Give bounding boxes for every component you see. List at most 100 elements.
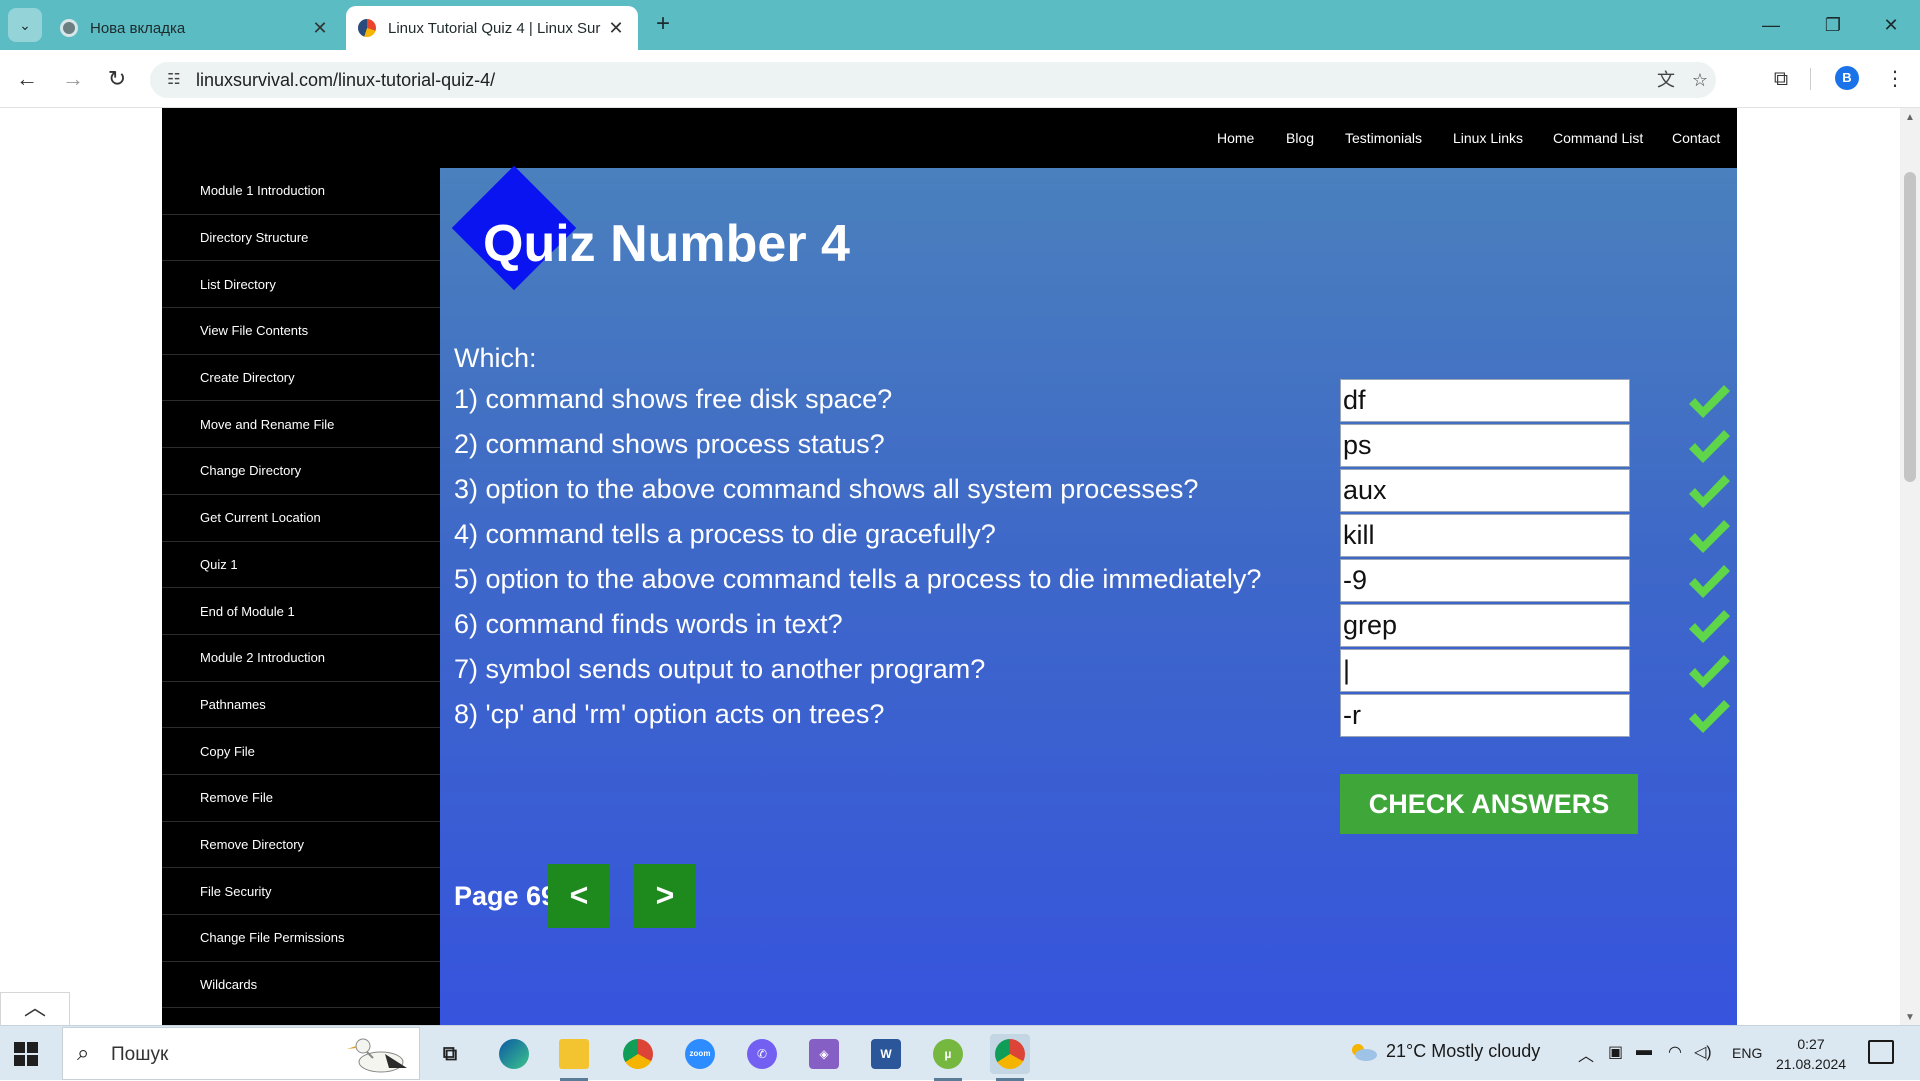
sidebar-item-end-of-module-1[interactable]: End of Module 1 — [162, 588, 440, 635]
sidebar-item-quiz-1[interactable]: Quiz 1 — [162, 542, 440, 589]
sidebar-item-view-file-contents[interactable]: View File Contents — [162, 308, 440, 355]
answer-input[interactable] — [1340, 379, 1630, 422]
chrome-profile-icon[interactable] — [990, 1034, 1030, 1081]
quiz-prompt: Which: — [454, 343, 537, 373]
site-info-icon[interactable]: ☷ — [164, 70, 184, 90]
browser-tab-bar: ⌄ Нова вкладка ✕ Linux Tutorial Quiz 4 |… — [0, 0, 1920, 50]
minimize-button[interactable]: — — [1748, 10, 1794, 40]
windows-start-icon[interactable] — [14, 1042, 38, 1066]
sidebar-item-remove-file[interactable]: Remove File — [162, 775, 440, 822]
check-answers-button[interactable]: CHECK ANSWERS — [1340, 774, 1638, 834]
sidebar-item-groups-membership[interactable]: Groups Membership — [162, 1008, 440, 1025]
sidebar-item-copy-file[interactable]: Copy File — [162, 728, 440, 775]
meet-now-icon[interactable]: ▣ — [1608, 1042, 1623, 1062]
nav-testimonials-link[interactable]: Testimonials — [1345, 130, 1422, 146]
sidebar-item-directory-structure[interactable]: Directory Structure — [162, 215, 440, 262]
search-icon: ⌕ — [77, 1040, 90, 1065]
reload-icon[interactable]: ↻ — [100, 62, 134, 96]
viber-icon[interactable]: ✆ — [742, 1034, 782, 1074]
visual-studio-icon[interactable]: ◈ — [804, 1034, 844, 1074]
utorrent-icon[interactable]: µ — [928, 1034, 968, 1081]
weather-text: 21°C Mostly cloudy — [1386, 1041, 1541, 1061]
sidebar-item-file-security[interactable]: File Security — [162, 868, 440, 915]
previous-page-button[interactable]: < — [548, 864, 610, 928]
show-hidden-icons-chevron-icon[interactable]: ︿ — [1578, 1042, 1594, 1066]
question-text: 8) 'cp' and 'rm' option acts on trees? — [454, 699, 885, 729]
sidebar-item-get-current-location[interactable]: Get Current Location — [162, 495, 440, 542]
nav-blog-link[interactable]: Blog — [1286, 130, 1314, 146]
nav-command-list-link[interactable]: Command List — [1553, 130, 1643, 146]
address-bar[interactable]: ☷ linuxsurvival.com/linux-tutorial-quiz-… — [150, 62, 1716, 98]
quiz-content: Quiz Number 4 Which: 1) command shows fr… — [440, 165, 1737, 1025]
language-indicator[interactable]: ENG — [1732, 1045, 1762, 1061]
question-text: 6) command finds words in text? — [454, 609, 843, 639]
scroll-up-arrow-icon[interactable]: ▲ — [1900, 112, 1920, 123]
sidebar-item-remove-directory[interactable]: Remove Directory — [162, 822, 440, 869]
kebab-menu-icon[interactable]: ⋮ — [1878, 62, 1912, 96]
word-icon[interactable]: W — [866, 1034, 906, 1074]
clock-time: 0:27 — [1797, 1036, 1825, 1052]
answer-input[interactable] — [1340, 559, 1630, 602]
bookmark-star-icon[interactable]: ☆ — [1688, 68, 1712, 92]
back-arrow-icon[interactable]: ← — [10, 62, 44, 96]
sidebar-item-change-directory[interactable]: Change Directory — [162, 448, 440, 495]
question-text: 7) symbol sends output to another progra… — [454, 654, 986, 684]
answer-input[interactable] — [1340, 469, 1630, 512]
forward-arrow-icon[interactable]: → — [56, 62, 90, 96]
search-placeholder: Пошук — [111, 1044, 169, 1065]
sidebar-item-move-and-rename-file[interactable]: Move and Rename File — [162, 401, 440, 449]
notification-center-icon[interactable] — [1868, 1040, 1894, 1064]
scroll-to-top-button[interactable]: ︿ — [0, 992, 70, 1026]
question-text: 2) command shows process status? — [454, 429, 885, 459]
answer-input[interactable] — [1340, 424, 1630, 467]
file-explorer-icon[interactable] — [554, 1034, 594, 1081]
correct-checkmark-icon — [1689, 655, 1730, 688]
sidebar-item-create-directory[interactable]: Create Directory — [162, 355, 440, 402]
tab-new-tab[interactable]: Нова вкладка ✕ — [48, 6, 342, 50]
answer-input[interactable] — [1340, 694, 1630, 737]
nav-contact-link[interactable]: Contact — [1672, 130, 1720, 146]
question-text: 3) option to the above command shows all… — [454, 474, 1199, 504]
windows-taskbar: ⌕ Пошук ⧉ zoom ✆ ◈ W µ 21°C Mostly cloud… — [0, 1025, 1920, 1081]
extensions-puzzle-icon[interactable]: ⧉ — [1764, 62, 1798, 96]
sidebar-item-module-2-introduction[interactable]: Module 2 Introduction — [162, 635, 440, 682]
tab-linux-tutorial-quiz[interactable]: Linux Tutorial Quiz 4 | Linux Sur ✕ — [346, 6, 638, 50]
sidebar-item-module-1-introduction[interactable]: Module 1 Introduction — [162, 168, 440, 215]
answer-input[interactable] — [1340, 514, 1630, 557]
site-container: Home Blog Testimonials Linux Links Comma… — [162, 108, 1737, 1025]
profile-avatar[interactable]: B — [1835, 66, 1859, 90]
sidebar-item-change-file-permissions[interactable]: Change File Permissions — [162, 915, 440, 962]
correct-checkmark-icon — [1689, 565, 1730, 598]
page-scrollbar[interactable]: ▲ ▼ — [1900, 108, 1920, 1025]
close-icon[interactable]: ✕ — [606, 18, 626, 39]
weather-widget[interactable]: 21°C Mostly cloudy — [1348, 1041, 1540, 1062]
sidebar-item-wildcards[interactable]: Wildcards — [162, 962, 440, 1009]
volume-icon[interactable]: ◁) — [1694, 1042, 1712, 1062]
answer-input[interactable] — [1340, 649, 1630, 692]
chrome-icon[interactable] — [618, 1034, 658, 1074]
close-icon[interactable]: ✕ — [310, 18, 330, 39]
translate-icon[interactable]: ⽂ — [1654, 68, 1678, 92]
sidebar-item-pathnames[interactable]: Pathnames — [162, 682, 440, 729]
answer-input[interactable] — [1340, 604, 1630, 647]
wifi-icon[interactable]: ◠ — [1668, 1042, 1682, 1062]
site-favicon-icon — [358, 19, 376, 37]
tab-search-menu-button[interactable]: ⌄ — [8, 8, 42, 42]
battery-icon[interactable]: ▬ — [1636, 1042, 1652, 1060]
system-clock[interactable]: 0:27 21.08.2024 — [1776, 1034, 1846, 1074]
sidebar-item-list-directory[interactable]: List Directory — [162, 261, 440, 309]
zoom-icon[interactable]: zoom — [680, 1034, 720, 1074]
scrollbar-thumb[interactable] — [1904, 172, 1916, 482]
nav-home-link[interactable]: Home — [1217, 130, 1254, 146]
url-text[interactable]: linuxsurvival.com/linux-tutorial-quiz-4/ — [196, 70, 495, 91]
edge-browser-icon[interactable] — [494, 1034, 534, 1074]
new-tab-button[interactable]: + — [650, 12, 676, 38]
close-window-button[interactable]: ✕ — [1868, 10, 1914, 40]
restore-button[interactable]: ❐ — [1810, 10, 1856, 40]
task-view-icon[interactable]: ⧉ — [430, 1034, 470, 1074]
nav-linux-links-link[interactable]: Linux Links — [1453, 130, 1523, 146]
scroll-down-arrow-icon[interactable]: ▼ — [1900, 1012, 1920, 1023]
next-page-button[interactable]: > — [634, 864, 696, 928]
taskbar-search[interactable]: ⌕ Пошук — [62, 1027, 420, 1080]
correct-checkmark-icon — [1689, 520, 1730, 553]
